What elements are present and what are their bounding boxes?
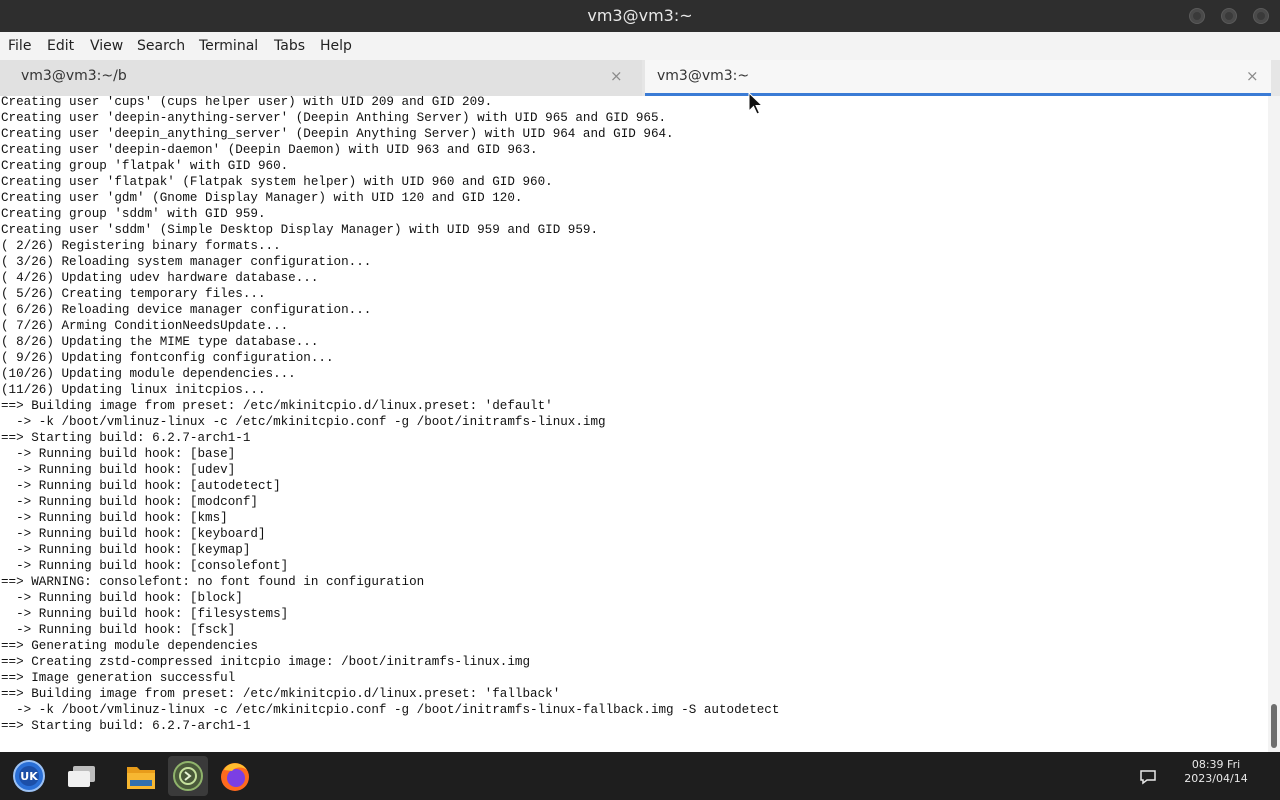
menu-search[interactable]: Search xyxy=(137,32,185,60)
terminal-line: ==> Starting build: 6.2.7-arch1-1 xyxy=(1,431,251,445)
menu-bar: File Edit View Search Terminal Tabs Help xyxy=(0,32,1280,60)
terminal-line: Creating user 'gdm' (Gnome Display Manag… xyxy=(1,191,523,205)
menu-view[interactable]: View xyxy=(90,32,123,60)
terminal-line: -> Running build hook: [udev] xyxy=(1,463,236,477)
file-manager-button[interactable] xyxy=(121,756,161,796)
terminal-line: -> Running build hook: [fsck] xyxy=(1,623,236,637)
terminal-line: ( 9/26) Updating fontconfig configuratio… xyxy=(1,351,334,365)
svg-text:UK: UK xyxy=(20,770,38,783)
terminal-line: ( 8/26) Updating the MIME type database.… xyxy=(1,335,319,349)
terminal-line: -> Running build hook: [keyboard] xyxy=(1,527,266,541)
terminal-line: Creating group 'sddm' with GID 959. xyxy=(1,207,266,221)
tab-vm3-home[interactable]: vm3@vm3:~ × xyxy=(645,60,1271,96)
maximize-button[interactable] xyxy=(1221,8,1237,24)
tab-close-icon[interactable]: × xyxy=(1246,60,1259,93)
taskbar: UK 08:39 Fri 2023/04/14 xyxy=(0,752,1280,800)
menu-edit[interactable]: Edit xyxy=(47,32,74,60)
terminal-line: -> Running build hook: [modconf] xyxy=(1,495,258,509)
tab-label: vm3@vm3:~ xyxy=(657,68,750,84)
window-title: vm3@vm3:~ xyxy=(587,6,693,25)
terminal-line: Creating group 'flatpak' with GID 960. xyxy=(1,159,289,173)
terminal-line: -> Running build hook: [base] xyxy=(1,447,236,461)
launcher-button[interactable]: UK xyxy=(9,756,49,796)
clock-time: 08:39 Fri xyxy=(1191,758,1241,771)
tab-close-icon[interactable]: × xyxy=(610,60,623,93)
tab-label: vm3@vm3:~/b xyxy=(21,68,127,84)
scrollbar-thumb[interactable] xyxy=(1271,704,1277,748)
terminal-line: -> Running build hook: [filesystems] xyxy=(1,607,289,621)
tab-vm3-b[interactable]: vm3@vm3:~/b × xyxy=(0,60,642,96)
terminal-line: Creating user 'flatpak' (Flatpak system … xyxy=(1,175,553,189)
multitasking-view-button[interactable] xyxy=(62,756,102,796)
terminal-line: Creating user 'sddm' (Simple Desktop Dis… xyxy=(1,223,599,237)
terminal-line: ( 6/26) Reloading device manager configu… xyxy=(1,303,372,317)
terminal-line: ==> WARNING: consolefont: no font found … xyxy=(1,575,425,589)
terminal-taskbar-button[interactable] xyxy=(168,756,208,796)
terminal-line: -> Running build hook: [autodetect] xyxy=(1,479,281,493)
terminal-line: ( 7/26) Arming ConditionNeedsUpdate... xyxy=(1,319,289,333)
menu-file[interactable]: File xyxy=(8,32,31,60)
minimize-button[interactable] xyxy=(1189,8,1205,24)
terminal-line: -> -k /boot/vmlinuz-linux -c /etc/mkinit… xyxy=(1,415,606,429)
menu-tabs[interactable]: Tabs xyxy=(274,32,305,60)
terminal-line: ==> Starting build: 6.2.7-arch1-1 xyxy=(1,719,251,733)
terminal-line: ( 5/26) Creating temporary files... xyxy=(1,287,266,301)
terminal-scrollbar[interactable] xyxy=(1268,96,1280,752)
terminal-line: Creating user 'deepin-anything-server' (… xyxy=(1,111,667,125)
tab-bar: vm3@vm3:~/b × vm3@vm3:~ × xyxy=(0,60,1280,96)
clock-date: 2023/04/14 xyxy=(1184,772,1248,785)
terminal-lines: Creating user 'cups' (cups helper user) … xyxy=(1,96,779,734)
terminal-line: (11/26) Updating linux initcpios... xyxy=(1,383,266,397)
terminal-line: ( 3/26) Reloading system manager configu… xyxy=(1,255,372,269)
menu-help[interactable]: Help xyxy=(320,32,352,60)
terminal-line: -> Running build hook: [keymap] xyxy=(1,543,251,557)
terminal-line: ==> Building image from preset: /etc/mki… xyxy=(1,399,553,413)
terminal-output[interactable]: Creating user 'cups' (cups helper user) … xyxy=(0,96,1268,752)
firefox-button[interactable] xyxy=(215,756,255,796)
terminal-line: -> Running build hook: [kms] xyxy=(1,511,228,525)
close-button[interactable] xyxy=(1253,8,1269,24)
terminal-line: ==> Creating zstd-compressed initcpio im… xyxy=(1,655,531,669)
terminal-line: ( 4/26) Updating udev hardware database.… xyxy=(1,271,319,285)
terminal-line: ( 2/26) Registering binary formats... xyxy=(1,239,281,253)
terminal-line: -> Running build hook: [consolefont] xyxy=(1,559,289,573)
terminal-line: ==> Building image from preset: /etc/mki… xyxy=(1,687,561,701)
terminal-line: Creating user 'deepin-daemon' (Deepin Da… xyxy=(1,143,538,157)
terminal-line: ==> Image generation successful xyxy=(1,671,236,685)
terminal-line: Creating user 'cups' (cups helper user) … xyxy=(1,96,493,109)
notification-center-button[interactable] xyxy=(1128,756,1168,796)
terminal-line: (10/26) Updating module dependencies... xyxy=(1,367,296,381)
menu-terminal[interactable]: Terminal xyxy=(199,32,258,60)
taskbar-clock[interactable]: 08:39 Fri 2023/04/14 xyxy=(1176,758,1256,786)
window-titlebar[interactable]: vm3@vm3:~ xyxy=(0,0,1280,32)
terminal-line: ==> Generating module dependencies xyxy=(1,639,258,653)
terminal-line: -> -k /boot/vmlinuz-linux -c /etc/mkinit… xyxy=(1,703,780,717)
terminal-line: -> Running build hook: [block] xyxy=(1,591,243,605)
terminal-line: Creating user 'deepin_anything_server' (… xyxy=(1,127,674,141)
